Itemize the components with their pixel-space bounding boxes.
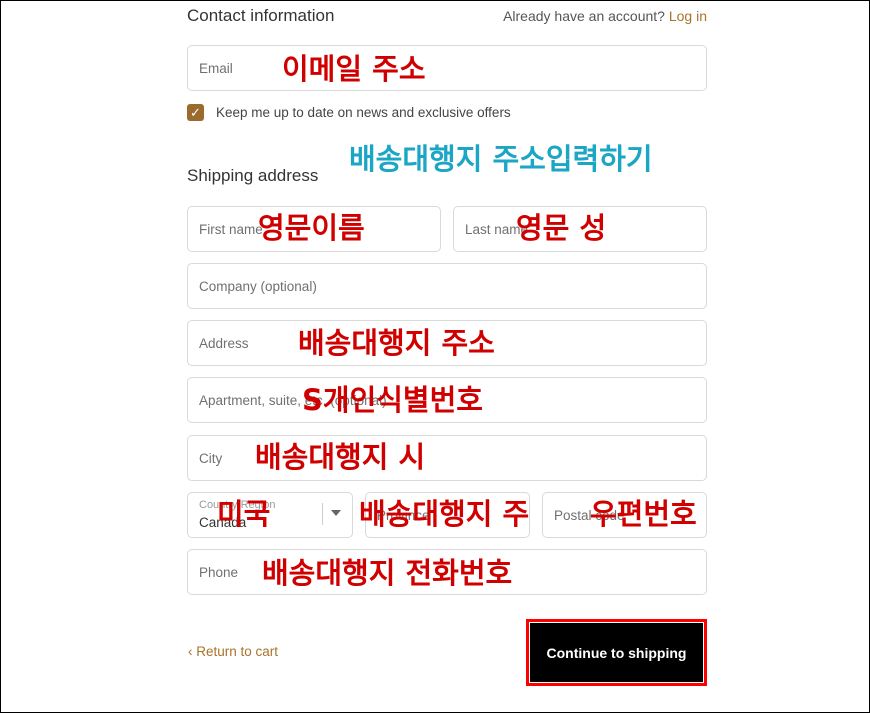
annotation-postal: 우편번호: [590, 497, 697, 531]
city-placeholder: City: [199, 451, 223, 466]
account-prompt-text: Already have an account?: [503, 8, 665, 24]
annotation-apartment: S개인식별번호: [302, 383, 483, 417]
email-placeholder: Email: [199, 61, 233, 76]
annotation-last-name: 영문 성: [516, 211, 607, 245]
annotation-city: 배송대행지 시: [255, 440, 426, 474]
company-field[interactable]: Company (optional): [187, 263, 707, 309]
login-link[interactable]: Log in: [669, 8, 707, 24]
country-divider: [322, 503, 323, 525]
company-placeholder: Company (optional): [199, 279, 317, 294]
address-placeholder: Address: [199, 336, 249, 351]
annotation-address: 배송대행지 주소: [298, 326, 495, 360]
first-name-placeholder: First name: [199, 222, 263, 237]
check-icon: ✓: [190, 105, 201, 120]
newsletter-label: Keep me up to date on news and exclusive…: [216, 105, 511, 120]
shipping-section-title: Shipping address: [187, 166, 319, 185]
email-field[interactable]: Email: [187, 45, 707, 91]
chevron-down-icon[interactable]: [331, 510, 341, 516]
annotation-province: 배송대행지 주: [359, 497, 530, 531]
account-prompt: Already have an account? Log in: [503, 8, 707, 24]
annotation-shipping-header: 배송대행지 주소입력하기: [349, 142, 653, 176]
annotation-country: 미국: [217, 497, 271, 531]
annotation-email: 이메일 주소: [282, 52, 426, 86]
phone-placeholder: Phone: [199, 565, 239, 580]
return-to-cart-link[interactable]: ‹ Return to cart: [188, 644, 278, 659]
newsletter-checkbox[interactable]: ✓: [187, 104, 204, 121]
continue-to-shipping-button[interactable]: Continue to shipping: [530, 623, 703, 682]
annotation-phone: 배송대행지 전화번호: [262, 556, 513, 590]
annotation-first-name: 영문이름: [258, 211, 365, 245]
contact-section-title: Contact information: [187, 6, 335, 25]
